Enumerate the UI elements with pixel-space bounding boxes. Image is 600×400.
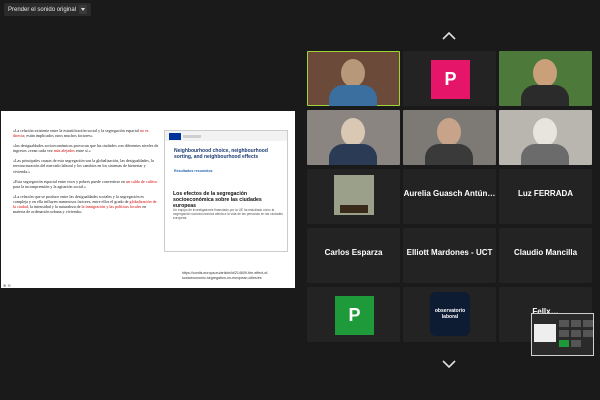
participant-name: Aurelia Guasch Antún…	[403, 189, 496, 198]
participant-name: Elliott Mardones - UCT	[406, 248, 493, 257]
participant-name: Carlos Esparza	[324, 248, 383, 257]
eu-flag-icon	[169, 132, 181, 140]
mini-tile	[571, 340, 581, 347]
card-header-bar	[183, 134, 201, 138]
card-title: Neighbourhood choice, neighbourhood sort…	[174, 148, 268, 160]
participant-tile[interactable]	[307, 51, 400, 106]
mini-tile	[583, 330, 593, 337]
logo-text: observatorio laboral	[434, 308, 466, 320]
participant-tile[interactable]	[499, 51, 592, 106]
mini-share	[534, 324, 556, 342]
participant-video	[403, 110, 496, 165]
quote-paragraph: «La relación existente entre la estratif…	[13, 128, 159, 138]
mini-tile	[559, 320, 569, 327]
highlighted-text: más alejados	[53, 148, 75, 154]
participant-name: Luz FERRADA	[517, 189, 574, 198]
quote-paragraph: «Esta segregación espacial entre ricos y…	[13, 179, 159, 189]
participant-avatar: P	[335, 296, 374, 335]
article-card: Neighbourhood choice, neighbourhood sort…	[164, 130, 288, 252]
quote-text: ; están implicados otros muchos factores…	[24, 133, 93, 139]
mini-tile	[559, 330, 569, 337]
chevron-up-icon[interactable]	[442, 32, 456, 40]
card-subtitle: Los efectos de la segregación socioeconó…	[173, 191, 262, 210]
quote-text: entre sí.»	[74, 148, 91, 154]
participant-tile[interactable]: P	[403, 51, 496, 106]
participant-tile[interactable]: Aurelia Guasch Antún…	[403, 169, 496, 224]
original-sound-label: Prender el sonido original	[8, 6, 77, 13]
highlighted-text: un caldo de cultivo	[126, 178, 158, 184]
zoom-meeting-window: Prender el sonido original «La relación …	[0, 0, 600, 400]
observatorio-laboral-logo: observatorio laboral	[430, 292, 470, 336]
participant-tile[interactable]: observatorio laboral	[403, 287, 496, 342]
mini-tile	[571, 320, 581, 327]
quote-text: «Las principales causas de esta segregac…	[13, 158, 154, 174]
mini-tile	[559, 340, 569, 347]
self-view-thumbnail[interactable]	[531, 313, 594, 356]
participant-video	[307, 110, 400, 165]
participant-tile[interactable]	[499, 110, 592, 165]
participant-tile[interactable]	[307, 169, 400, 224]
quotes-column: «La relación existente entre la estratif…	[13, 128, 159, 219]
chevron-down-icon[interactable]	[442, 360, 456, 368]
chevron-down-icon[interactable]	[79, 5, 88, 14]
participant-tile[interactable]	[307, 110, 400, 165]
participant-video	[307, 51, 400, 106]
participant-tile[interactable]: Elliott Mardones - UCT	[403, 228, 496, 283]
quote-paragraph: «La relación que se produce entre las de…	[13, 194, 159, 214]
participant-tile[interactable]: Carlos Esparza	[307, 228, 400, 283]
card-header	[165, 131, 287, 141]
participant-tile[interactable]: P	[307, 287, 400, 342]
participant-video	[499, 110, 592, 165]
participant-tile[interactable]: Luz FERRADA	[499, 169, 592, 224]
zoom-controls[interactable]: ⊕ ⊖	[3, 283, 11, 288]
participant-tile[interactable]: Claudio Mancilla	[499, 228, 592, 283]
participant-avatar: P	[431, 60, 470, 99]
quote-text: para la incomprensión y la agitación soc…	[13, 183, 87, 189]
participant-photo	[334, 175, 374, 215]
quote-paragraph: «las desigualdades socioeconómicas provo…	[13, 143, 159, 153]
mini-tile	[583, 320, 593, 327]
card-tag: Resultados resumidos	[174, 169, 213, 173]
highlighted-text: la inmigración y las políticas locales	[81, 204, 142, 210]
quote-paragraph: «Las principales causas de esta segregac…	[13, 158, 159, 173]
mini-tile	[571, 330, 581, 337]
original-sound-toggle[interactable]: Prender el sonido original	[4, 3, 92, 16]
participant-video	[499, 51, 592, 106]
quote-text: «La relación que se produce entre las de…	[13, 193, 144, 204]
shared-screen: «La relación existente entre la estratif…	[1, 111, 295, 288]
participant-tile[interactable]	[403, 110, 496, 165]
participant-name: Claudio Mancilla	[513, 248, 578, 257]
card-body: Un equipo de investigadores financiado p…	[173, 208, 283, 220]
source-url[interactable]: https://cordis.europa.eu/article/id/2146…	[182, 271, 292, 280]
